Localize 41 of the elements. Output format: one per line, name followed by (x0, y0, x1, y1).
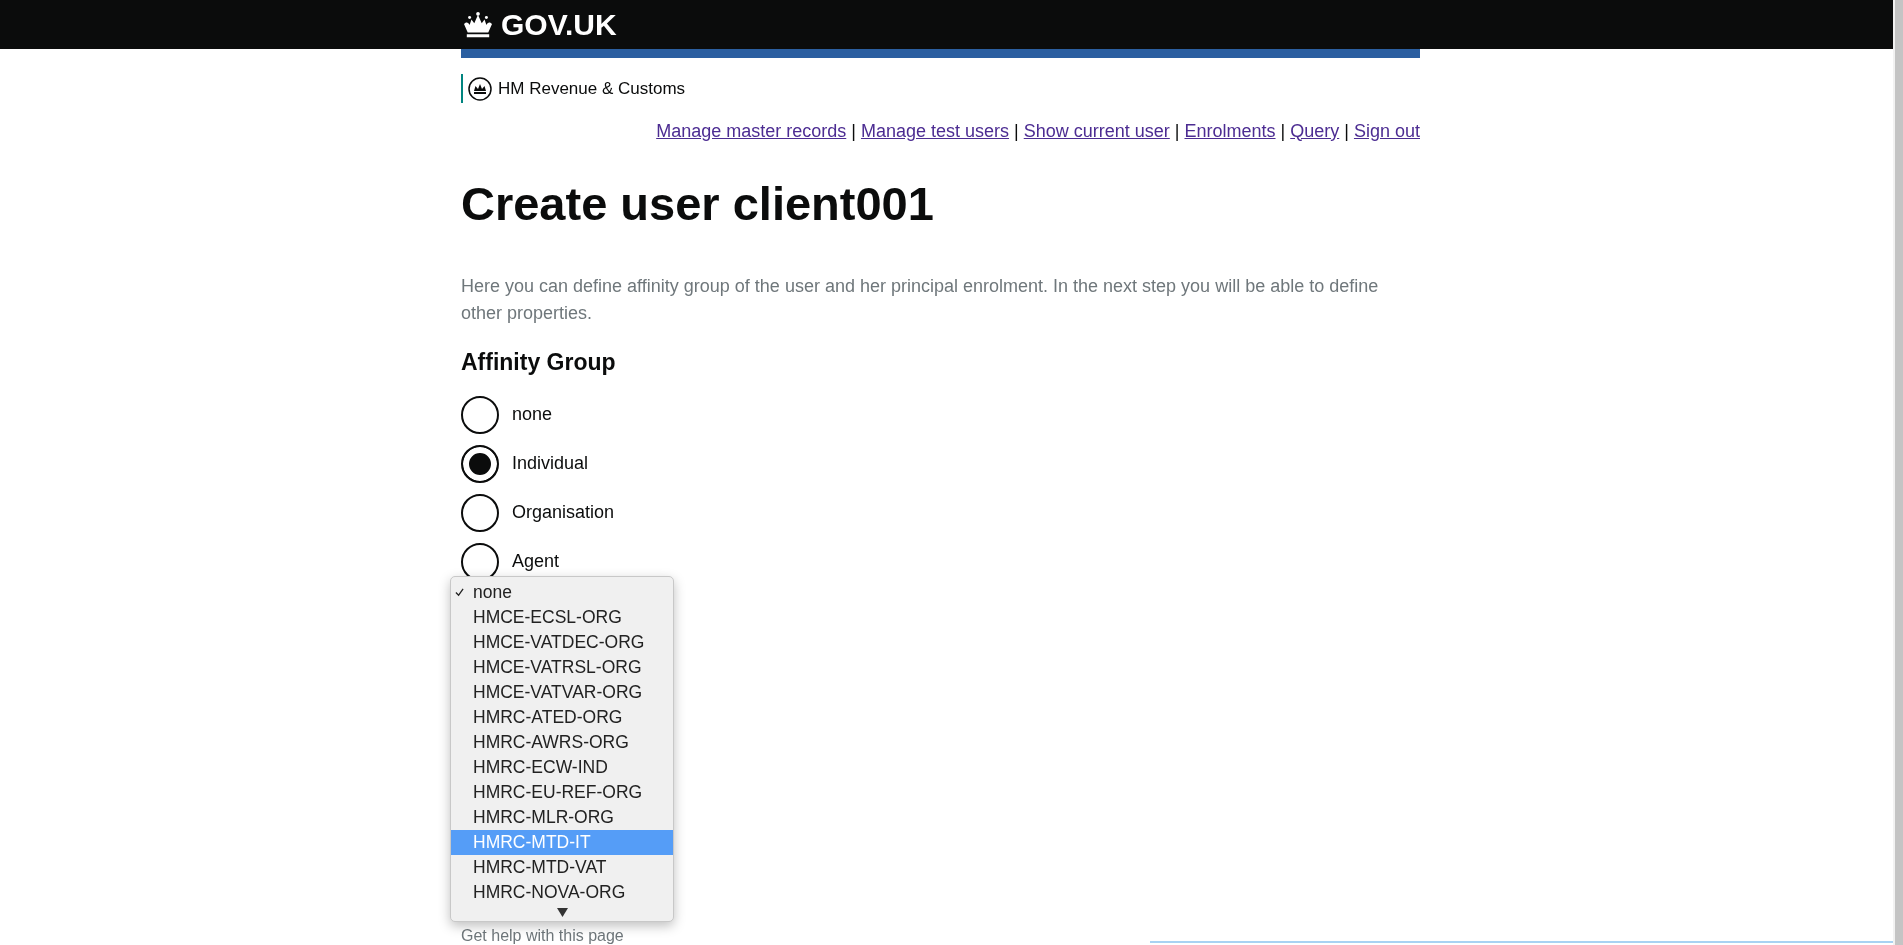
menu-option[interactable]: HMCE-ECSL-ORG (451, 605, 673, 630)
intro-text: Here you can define affinity group of the user and her principal enrolment. In the next step you will be able to define other properties. (461, 274, 1380, 325)
page-title: Create user client001 (461, 175, 935, 231)
department-name: HM Revenue & Customs (498, 78, 686, 99)
help-link[interactable]: Get help with this page (461, 926, 624, 945)
menu-option[interactable]: HMCE-VATVAR-ORG (451, 680, 673, 705)
nav-link[interactable]: Manage master records (656, 120, 847, 142)
menu-option[interactable]: HMCE-VATDEC-ORG (451, 630, 673, 655)
nav-link[interactable]: Show current user (1023, 120, 1170, 142)
menu-option[interactable]: HMRC-NOVA-ORG (451, 880, 673, 905)
nav-link[interactable]: Manage test users (860, 120, 1010, 142)
radio-label: Individual (512, 453, 589, 474)
radio-label: none (512, 404, 553, 425)
nav-separator: | (1344, 120, 1349, 142)
menu-option[interactable]: HMCE-VATRSL-ORG (451, 655, 673, 680)
menu-option[interactable]: HMRC-AWRS-ORG (451, 730, 673, 755)
nav-separator: | (1280, 120, 1286, 142)
nav-separator: | (1014, 120, 1019, 142)
nav-separator: | (851, 120, 856, 142)
radio-button[interactable] (461, 444, 499, 483)
menu-option[interactable]: HMRC-MTD-VAT (451, 855, 673, 880)
nav-separator: | (1174, 120, 1180, 142)
menu-option[interactable]: HMRC-ATED-ORG (451, 705, 673, 730)
crest-icon (468, 76, 492, 101)
menu-option[interactable]: HMRC-ECW-IND (451, 755, 673, 780)
radio-label: Organisation (512, 502, 615, 523)
nav-link[interactable]: Enrolments (1184, 120, 1276, 142)
menu-option[interactable]: HMRC-MLR-ORG (451, 805, 673, 830)
logo-text: GOV.UK (501, 7, 617, 42)
menu-option[interactable]: none (451, 580, 673, 605)
radio-label: Agent (512, 551, 560, 572)
checkmark-icon (455, 588, 464, 597)
radio-button[interactable] (461, 493, 499, 532)
nav-link[interactable]: Sign out (1353, 120, 1420, 142)
menu-option[interactable]: HMRC-EU-REF-ORG (451, 780, 673, 805)
nav-link[interactable]: Query (1290, 120, 1340, 142)
section-heading: Affinity Group (461, 348, 617, 376)
radio-button[interactable] (461, 395, 499, 434)
scroll-down-icon[interactable] (556, 907, 568, 917)
crown-icon (461, 10, 495, 39)
govuk-logo[interactable]: GOV.UK (461, 0, 617, 49)
